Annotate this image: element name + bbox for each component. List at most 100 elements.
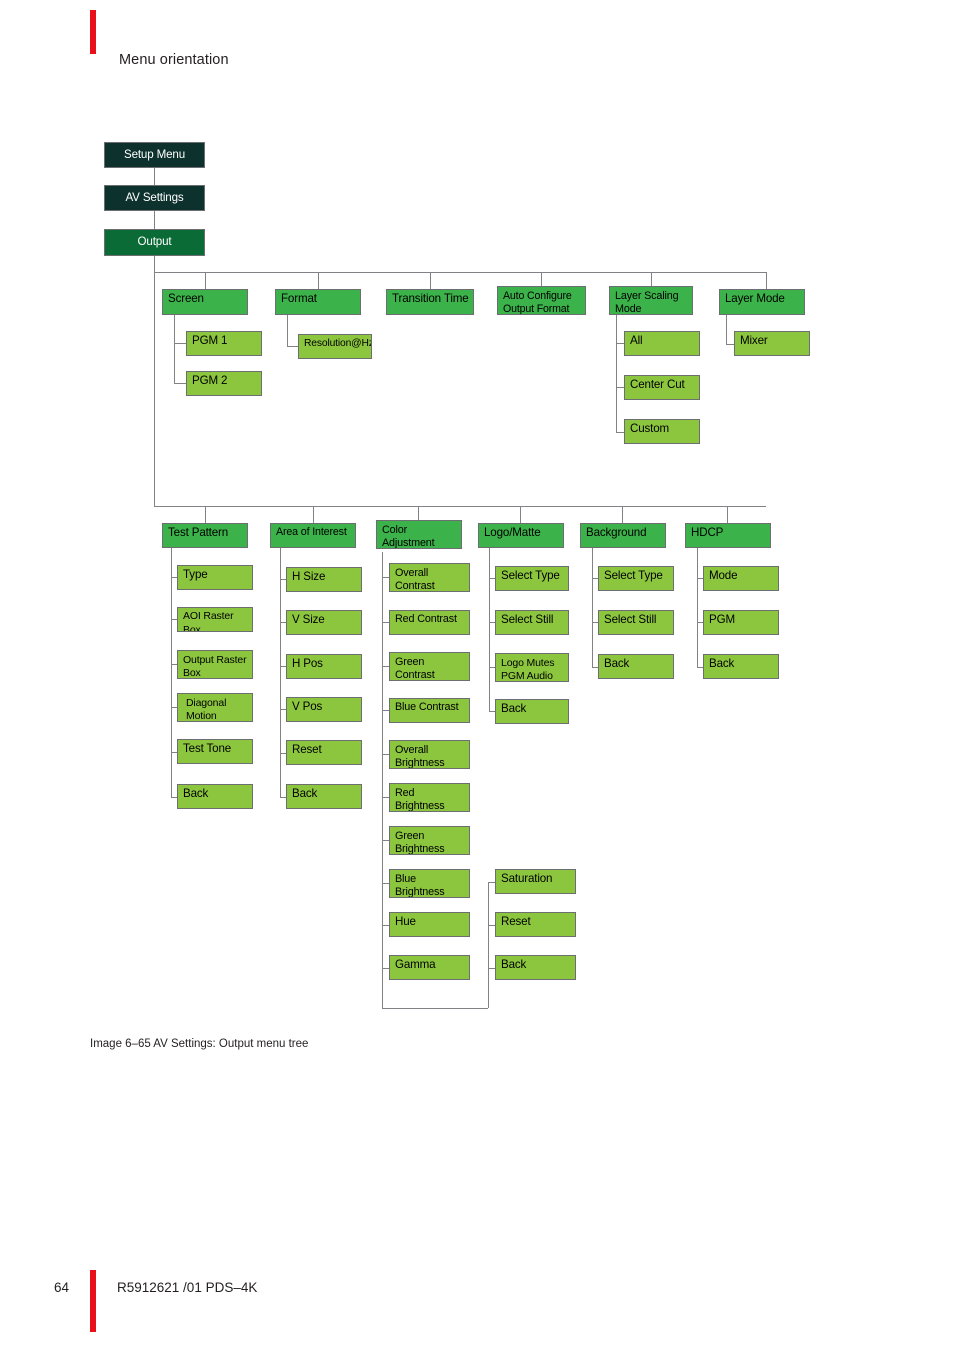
node-all[interactable]: All	[624, 331, 700, 356]
connector-layerscaling-trunk	[616, 315, 617, 432]
node-logo-mutes-pgm-audio[interactable]: Logo Mutes PGM Audio	[495, 653, 569, 682]
node-layer-scaling-mode[interactable]: Layer Scaling Mode	[609, 286, 693, 315]
node-hdcp-back[interactable]: Back	[703, 654, 779, 679]
connector-ca-greenbrightness	[382, 840, 389, 841]
footer-page-number: 64	[54, 1280, 70, 1295]
connector-ca-saturation	[488, 882, 495, 883]
node-label: Transition Time	[392, 292, 469, 305]
node-mixer[interactable]: Mixer	[734, 331, 810, 356]
node-green-contrast[interactable]: Green Contrast	[389, 652, 470, 681]
node-background-select-still[interactable]: Select Still	[598, 610, 674, 635]
node-label: Custom	[630, 422, 670, 435]
node-background-select-type[interactable]: Select Type	[598, 566, 674, 591]
node-color-reset[interactable]: Reset	[495, 912, 576, 937]
connector-ca-greencontrast	[382, 666, 389, 667]
node-h-pos[interactable]: H Pos	[286, 654, 362, 679]
node-aoi-raster-box[interactable]: AOI Raster Box	[177, 607, 253, 632]
node-label: Select Still	[501, 613, 554, 626]
node-label: Back	[501, 958, 527, 971]
node-label: AV Settings	[125, 191, 184, 204]
connector-aoi-trunk	[280, 548, 281, 797]
connector-layermode-trunk	[726, 315, 727, 344]
connector-screen-trunk	[174, 315, 175, 383]
node-hdcp-pgm[interactable]: PGM	[703, 610, 779, 635]
node-v-pos[interactable]: V Pos	[286, 697, 362, 722]
connector-row1-drop-screen	[205, 272, 206, 289]
node-label: Test Tone	[183, 742, 232, 755]
node-overall-contrast[interactable]: Overall Contrast	[389, 563, 470, 592]
node-h-size[interactable]: H Size	[286, 567, 362, 592]
connector-ca-bluecontrast	[382, 710, 389, 711]
connector-av-to-output	[154, 211, 155, 229]
node-label: Layer Mode	[725, 292, 785, 305]
node-output-raster-box[interactable]: Output Raster Box	[177, 650, 253, 679]
node-resolution-hz[interactable]: Resolution@Hz	[298, 334, 372, 359]
node-hue[interactable]: Hue	[389, 912, 470, 937]
node-v-size[interactable]: V Size	[286, 610, 362, 635]
node-test-pattern[interactable]: Test Pattern	[162, 523, 248, 548]
connector-ca-redbrightness	[382, 797, 389, 798]
node-blue-contrast[interactable]: Blue Contrast	[389, 698, 470, 723]
node-logo-back[interactable]: Back	[495, 699, 569, 724]
node-transition-time[interactable]: Transition Time	[386, 289, 474, 315]
connector-row2-drop-background	[622, 506, 623, 523]
node-label: V Size	[292, 613, 325, 626]
connector-format-to-resolution	[287, 346, 298, 347]
node-aoi-reset[interactable]: Reset	[286, 740, 362, 765]
node-label: Back	[604, 657, 630, 670]
connector-row1-bus	[154, 272, 766, 273]
connector-row2-drop-logomatte	[520, 506, 521, 523]
node-logo-select-type[interactable]: Select Type	[495, 566, 569, 591]
node-label: Area of Interest	[276, 526, 347, 538]
connector-row1-drop-layermode	[766, 272, 767, 289]
node-green-brightness[interactable]: Green Brightness	[389, 826, 470, 855]
node-color-adjustment[interactable]: Color Adjustment	[376, 520, 462, 549]
node-type[interactable]: Type	[177, 565, 253, 590]
node-hdcp[interactable]: HDCP	[685, 523, 771, 548]
node-area-of-interest[interactable]: Area of Interest	[270, 523, 356, 548]
node-center-cut[interactable]: Center Cut	[624, 375, 700, 400]
connector-row1-drop-autoconfig	[541, 272, 542, 286]
connector-hdcp-trunk	[697, 548, 698, 668]
node-output[interactable]: Output	[104, 229, 205, 256]
node-aoi-back[interactable]: Back	[286, 784, 362, 809]
node-logo-select-still[interactable]: Select Still	[495, 610, 569, 635]
node-screen[interactable]: Screen	[162, 289, 248, 315]
node-saturation[interactable]: Saturation	[495, 869, 576, 894]
node-diagonal-motion[interactable]: Diagonal Motion	[177, 693, 253, 722]
node-label: Mixer	[740, 334, 768, 347]
node-gamma[interactable]: Gamma	[389, 955, 470, 980]
node-layer-mode[interactable]: Layer Mode	[719, 289, 805, 315]
connector-ca-trunk	[382, 552, 383, 1008]
node-blue-brightness[interactable]: Blue Brightness	[389, 869, 470, 898]
node-background-back[interactable]: Back	[598, 654, 674, 679]
node-test-tone[interactable]: Test Tone	[177, 739, 253, 764]
node-red-contrast[interactable]: Red Contrast	[389, 610, 470, 635]
node-color-back[interactable]: Back	[495, 955, 576, 980]
node-format[interactable]: Format	[275, 289, 361, 315]
node-label: V Pos	[292, 700, 323, 713]
node-test-pattern-back[interactable]: Back	[177, 784, 253, 809]
node-pgm-1[interactable]: PGM 1	[186, 331, 262, 356]
node-label: Back	[183, 787, 209, 800]
node-auto-configure-output-format[interactable]: Auto Configure Output Format	[497, 286, 586, 315]
node-background[interactable]: Background	[580, 523, 666, 548]
node-setup-menu[interactable]: Setup Menu	[104, 142, 205, 168]
connector-screen-to-pgm2	[174, 383, 186, 384]
node-hdcp-mode[interactable]: Mode	[703, 566, 779, 591]
connector-row2-drop-areaofinterest	[313, 506, 314, 523]
node-red-brightness[interactable]: Red Brightness	[389, 783, 470, 812]
node-logo-matte[interactable]: Logo/Matte	[478, 523, 564, 548]
node-label: Blue Contrast	[395, 701, 459, 713]
node-overall-brightness[interactable]: Overall Brightness	[389, 740, 470, 769]
node-custom[interactable]: Custom	[624, 419, 700, 444]
connector-row1-drop-format	[318, 272, 319, 289]
connector-row2-drop-testpattern	[205, 506, 206, 523]
node-label: Overall Contrast	[395, 567, 435, 592]
node-av-settings[interactable]: AV Settings	[104, 185, 205, 211]
connector-output-trunk	[154, 256, 155, 506]
connector-ca-wrap-bottom	[382, 1008, 488, 1009]
connector-ca-hue	[382, 925, 389, 926]
node-pgm-2[interactable]: PGM 2	[186, 371, 262, 396]
connector-testpattern-trunk	[171, 548, 172, 797]
